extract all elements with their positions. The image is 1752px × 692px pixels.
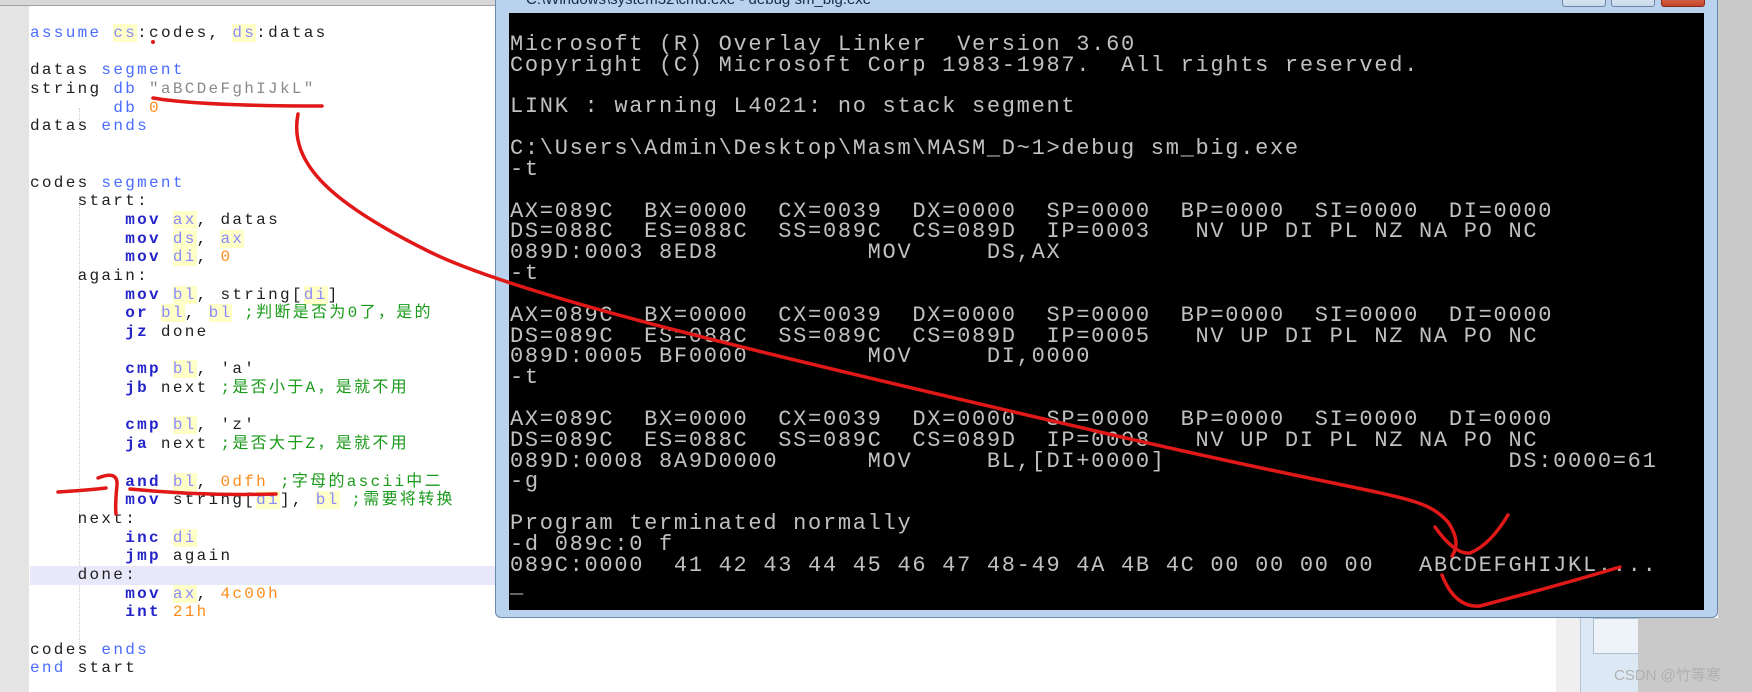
annotation-underline-result: [1440, 565, 1622, 608]
annotation-left-arrow: [56, 486, 108, 494]
annotation-underline-and: [128, 487, 278, 497]
annotation-underline-string: [151, 96, 324, 108]
annotation-arrow-curve: [295, 112, 1458, 558]
red-annotations: [56, 40, 1622, 608]
annotation-dot: [151, 40, 155, 44]
annotation-left-arrow-hook: [96, 473, 119, 516]
